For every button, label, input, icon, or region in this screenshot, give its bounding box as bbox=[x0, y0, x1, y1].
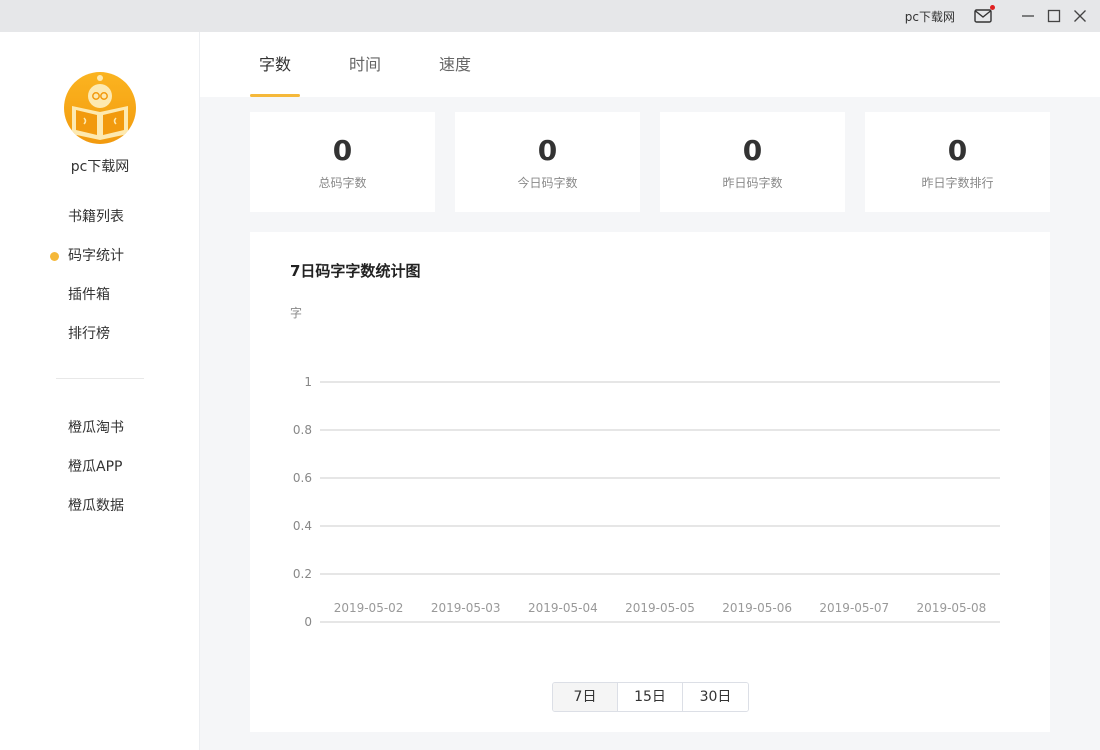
sidebar-item-label: 橙瓜淘书 bbox=[68, 420, 124, 436]
main-content: 字数 时间 速度 0 总码字数 0 今日码字数 0 昨日码字数 0 昨日字数排行… bbox=[200, 32, 1100, 750]
stat-value: 0 bbox=[537, 134, 558, 167]
sidebar-divider bbox=[56, 378, 144, 379]
tab-active-underline bbox=[250, 94, 300, 97]
stat-value: 0 bbox=[332, 134, 353, 167]
active-indicator bbox=[50, 252, 59, 261]
sidebar-item-rankings[interactable]: 排行榜 bbox=[0, 315, 200, 354]
sidebar-item-writing-stats[interactable]: 码字统计 bbox=[0, 237, 200, 276]
y-tick-label: 0.8 bbox=[293, 423, 312, 437]
brand-name: pc下载网 bbox=[70, 159, 130, 175]
y-axis-label: 字 bbox=[290, 305, 302, 320]
sidebar-item-data[interactable]: 橙瓜数据 bbox=[0, 487, 200, 526]
sidebar-item-label: 排行榜 bbox=[68, 326, 110, 342]
sidebar-item-label: 橙瓜数据 bbox=[68, 498, 124, 514]
stat-card-today: 0 今日码字数 bbox=[455, 112, 640, 212]
sidebar-item-plugins[interactable]: 插件箱 bbox=[0, 276, 200, 315]
y-tick-label: 0.2 bbox=[293, 567, 312, 581]
mail-icon[interactable] bbox=[974, 5, 995, 23]
tab-label: 字数 bbox=[258, 55, 291, 74]
y-tick-label: 0.4 bbox=[293, 519, 312, 533]
sidebar-item-book-list[interactable]: 书籍列表 bbox=[0, 198, 200, 237]
sidebar-item-label: 插件箱 bbox=[68, 287, 110, 303]
x-tick-label: 2019-05-07 bbox=[819, 601, 889, 615]
stat-label: 昨日码字数 bbox=[722, 176, 783, 190]
x-tick-label: 2019-05-02 bbox=[334, 601, 404, 615]
line-chart: 字 0 0.2 0.4 0.6 0.8 1 2019-05-02 2019-05-03 2019-… bbox=[290, 305, 1000, 629]
stat-label: 今日码字数 bbox=[517, 176, 578, 190]
range-30-days-button[interactable]: 30日 bbox=[683, 683, 748, 711]
user-name-label[interactable]: pc下载网 bbox=[905, 8, 955, 25]
stat-label: 昨日字数排行 bbox=[921, 176, 994, 190]
range-15-days-button[interactable]: 15日 bbox=[618, 683, 683, 711]
x-tick-label: 2019-05-06 bbox=[722, 601, 792, 615]
x-tick-label: 2019-05-04 bbox=[528, 601, 598, 615]
sidebar: pc下载网 书籍列表 码字统计 插件箱 排行榜 橙瓜淘书 橙瓜APP 橙瓜数据 bbox=[0, 32, 200, 750]
x-tick-label: 2019-05-08 bbox=[917, 601, 987, 615]
sidebar-item-label: 橙瓜APP bbox=[68, 459, 123, 475]
range-7-days-button[interactable]: 7日 bbox=[553, 683, 618, 711]
stat-card-total: 0 总码字数 bbox=[250, 112, 435, 212]
y-tick-label: 0 bbox=[304, 615, 312, 629]
sidebar-item-label: 码字统计 bbox=[68, 248, 124, 264]
stat-label: 总码字数 bbox=[318, 176, 367, 190]
stat-value: 0 bbox=[742, 134, 763, 167]
sidebar-item-app[interactable]: 橙瓜APP bbox=[0, 448, 200, 487]
x-tick-label: 2019-05-03 bbox=[431, 601, 501, 615]
chart-title: 7日码字字数统计图 bbox=[290, 262, 421, 280]
tab-bar: 字数 时间 速度 bbox=[200, 32, 1100, 97]
tab-time[interactable]: 时间 bbox=[340, 32, 390, 97]
tab-speed[interactable]: 速度 bbox=[430, 32, 480, 97]
tab-word-count[interactable]: 字数 bbox=[250, 32, 300, 97]
stat-value: 0 bbox=[947, 134, 968, 167]
notification-dot bbox=[990, 5, 995, 10]
minimize-icon[interactable] bbox=[1019, 7, 1037, 25]
sidebar-item-label: 书籍列表 bbox=[68, 209, 124, 225]
range-selector: 7日 15日 30日 bbox=[552, 682, 749, 712]
app-logo bbox=[64, 72, 136, 144]
x-tick-label: 2019-05-05 bbox=[625, 601, 695, 615]
title-bar: pc下载网 bbox=[0, 0, 1100, 32]
stat-card-yesterday: 0 昨日码字数 bbox=[660, 112, 845, 212]
maximize-icon[interactable] bbox=[1045, 7, 1063, 25]
stat-card-yesterday-rank: 0 昨日字数排行 bbox=[865, 112, 1050, 212]
tab-label: 速度 bbox=[438, 55, 471, 74]
tab-label: 时间 bbox=[348, 55, 381, 74]
sidebar-item-book-shop[interactable]: 橙瓜淘书 bbox=[0, 409, 200, 448]
primary-nav: 书籍列表 码字统计 插件箱 排行榜 bbox=[0, 198, 200, 354]
y-tick-label: 0.6 bbox=[293, 471, 312, 485]
secondary-nav: 橙瓜淘书 橙瓜APP 橙瓜数据 bbox=[0, 409, 200, 526]
y-tick-label: 1 bbox=[304, 375, 312, 389]
close-icon[interactable] bbox=[1071, 7, 1089, 25]
chart-card: 字 0 0.2 0.4 0.6 0.8 1 2019-05-02 2019-05-03 2019-… bbox=[250, 232, 1050, 732]
